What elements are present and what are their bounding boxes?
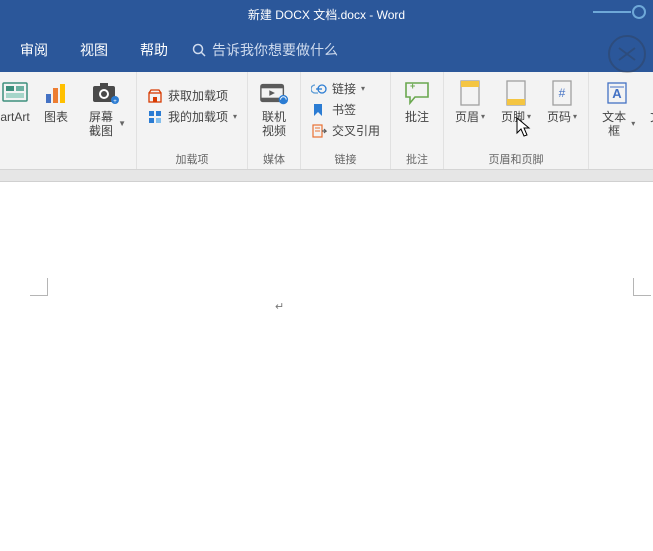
pagenum-icon: # bbox=[547, 78, 577, 108]
page[interactable]: ↵ bbox=[0, 182, 653, 551]
document-area[interactable]: ↵ bbox=[0, 170, 653, 551]
title-bar: 新建 DOCX 文档.docx - Word bbox=[0, 0, 653, 28]
window-title: 新建 DOCX 文档.docx - Word bbox=[248, 6, 405, 23]
group-title-addins: 加载项 bbox=[176, 151, 209, 167]
chevron-down-icon: ▾ bbox=[361, 84, 365, 93]
paragraph-mark: ↵ bbox=[275, 300, 284, 313]
group-title-headerfooter: 页眉和页脚 bbox=[489, 151, 544, 167]
addins-icon bbox=[147, 109, 163, 125]
tab-review[interactable]: 审阅 bbox=[6, 32, 62, 68]
header-label: 页眉▾ bbox=[455, 110, 485, 124]
screenshot-button[interactable]: + 屏幕截图▼ bbox=[82, 76, 130, 140]
bookmark-icon bbox=[311, 102, 327, 118]
chevron-down-icon: ▼ bbox=[118, 117, 126, 131]
crossref-icon bbox=[311, 123, 327, 139]
chevron-down-icon: ▾ bbox=[573, 110, 577, 124]
chart-button[interactable]: 图表 bbox=[36, 76, 76, 126]
svg-text:A: A bbox=[612, 86, 622, 101]
watermark-icon bbox=[607, 34, 647, 74]
header-button[interactable]: 页眉▾ bbox=[450, 76, 490, 126]
get-addins-button[interactable]: 获取加载项 bbox=[143, 86, 241, 105]
footer-icon bbox=[501, 78, 531, 108]
svg-text:+: + bbox=[113, 99, 117, 105]
tell-me-input[interactable] bbox=[212, 42, 392, 58]
svg-text:+: + bbox=[410, 81, 415, 91]
chart-icon bbox=[41, 78, 71, 108]
tab-view[interactable]: 视图 bbox=[66, 32, 122, 68]
tab-help[interactable]: 帮助 bbox=[126, 32, 182, 68]
smartart-label: artArt bbox=[0, 110, 29, 124]
comment-icon: + bbox=[402, 78, 432, 108]
header-icon bbox=[455, 78, 485, 108]
tell-me-search[interactable] bbox=[192, 42, 392, 58]
comment-label: 批注 bbox=[405, 110, 429, 124]
ruler[interactable] bbox=[0, 170, 653, 182]
link-icon bbox=[311, 81, 327, 97]
chevron-down-icon: ▾ bbox=[631, 117, 635, 131]
store-icon bbox=[147, 88, 163, 104]
textbox-icon: A bbox=[602, 78, 632, 108]
group-title-links: 链接 bbox=[335, 151, 357, 167]
pagenum-label: 页码▾ bbox=[547, 110, 577, 124]
group-title-media: 媒体 bbox=[263, 151, 285, 167]
online-video-label: 联机视频 bbox=[258, 110, 290, 138]
group-title-comments: 批注 bbox=[406, 151, 428, 167]
margin-corner-tl bbox=[30, 278, 48, 296]
link-button[interactable]: 链接 ▾ bbox=[307, 79, 384, 98]
parts-icon bbox=[647, 78, 653, 108]
screenshot-label: 屏幕截图▼ bbox=[86, 110, 126, 138]
chevron-down-icon: ▾ bbox=[527, 110, 531, 124]
margin-corner-tr bbox=[633, 278, 651, 296]
bookmark-button[interactable]: 书签 bbox=[307, 100, 384, 119]
textbox-button[interactable]: A 文本框▾ bbox=[595, 76, 639, 140]
smartart-button[interactable]: artArt bbox=[0, 76, 30, 126]
svg-text:#: # bbox=[559, 86, 566, 100]
quick-parts-button[interactable]: 文档 bbox=[645, 76, 653, 126]
chevron-down-icon: ▾ bbox=[481, 110, 485, 124]
ribbon: artArt 图表 + 屏幕截图▼ 获取加载项 bbox=[0, 72, 653, 170]
link-decor-icon bbox=[593, 2, 647, 22]
search-icon bbox=[192, 43, 206, 57]
screenshot-icon: + bbox=[91, 78, 121, 108]
footer-button[interactable]: 页脚▾ bbox=[496, 76, 536, 126]
footer-label: 页脚▾ bbox=[501, 110, 531, 124]
my-addins-button[interactable]: 我的加载项 ▾ bbox=[143, 107, 241, 126]
chart-label: 图表 bbox=[44, 110, 68, 124]
chevron-down-icon: ▾ bbox=[233, 112, 237, 121]
video-icon bbox=[259, 78, 289, 108]
cross-reference-button[interactable]: 交叉引用 bbox=[307, 121, 384, 140]
online-video-button[interactable]: 联机视频 bbox=[254, 76, 294, 140]
smartart-icon bbox=[0, 78, 30, 108]
menu-bar: 审阅 视图 帮助 bbox=[0, 28, 653, 72]
comment-button[interactable]: + 批注 bbox=[397, 76, 437, 126]
page-number-button[interactable]: # 页码▾ bbox=[542, 76, 582, 126]
textbox-label: 文本框▾ bbox=[599, 110, 635, 138]
